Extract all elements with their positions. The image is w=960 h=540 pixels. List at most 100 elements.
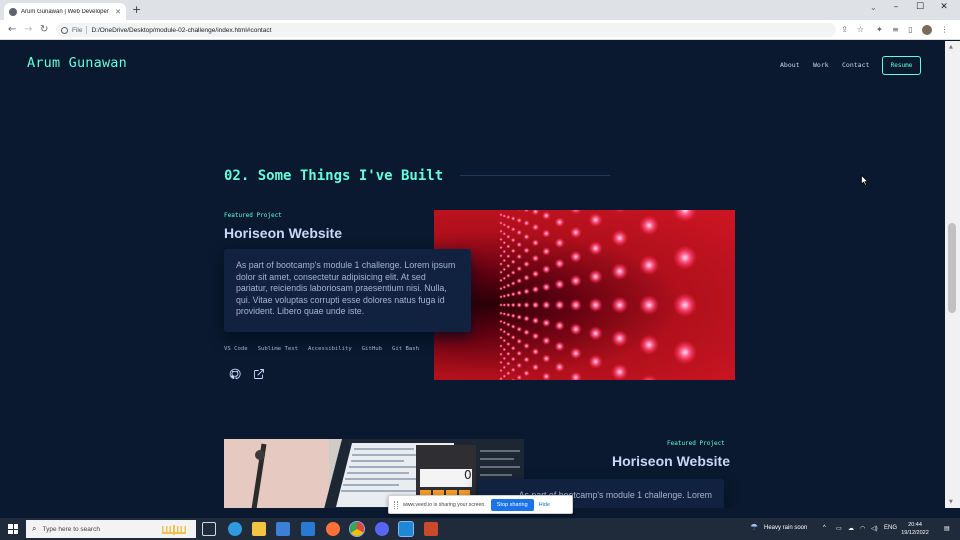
profile-avatar[interactable]	[922, 25, 932, 35]
tab-close-icon[interactable]: ✕	[115, 8, 121, 16]
network-icon[interactable]: ▭	[836, 525, 842, 532]
led-dot	[506, 341, 511, 347]
scroll-up-icon[interactable]: ▲	[949, 44, 953, 50]
mouse-cursor-icon	[861, 175, 869, 186]
led-dot	[499, 286, 503, 291]
led-dot	[506, 283, 511, 288]
led-dot	[502, 240, 507, 245]
new-tab-button[interactable]: +	[132, 4, 141, 16]
tray-overflow-icon[interactable]: ^	[823, 525, 826, 531]
task-view-icon[interactable]	[202, 522, 216, 536]
led-dot	[502, 276, 507, 281]
forward-icon[interactable]: →	[24, 24, 32, 36]
url-text[interactable]: D:/OneDrive/Desktop/module-02-challenge/…	[91, 27, 271, 34]
nav-about-link[interactable]: About	[780, 61, 800, 69]
led-dot	[639, 294, 660, 316]
drag-handle-icon[interactable]	[394, 500, 398, 509]
led-dot	[506, 351, 511, 356]
extensions-icon[interactable]: ✦	[875, 25, 884, 34]
led-dot	[516, 278, 522, 284]
back-icon[interactable]: ←	[8, 24, 16, 36]
media-icon[interactable]: ≡	[891, 25, 900, 34]
led-dot	[499, 213, 503, 217]
nav-work-link[interactable]: Work	[813, 61, 829, 69]
led-dot	[554, 341, 565, 352]
tech-list: VS Code Sublime Text Accessibility GitHu…	[224, 346, 419, 352]
cloud-icon[interactable]: ☁	[848, 525, 854, 532]
led-dot	[639, 215, 660, 236]
led-dot	[554, 320, 565, 331]
language-indicator[interactable]: ENG	[884, 525, 897, 531]
led-dot	[499, 278, 503, 283]
led-dot	[502, 267, 507, 272]
project-title[interactable]: Horiseon Website	[224, 225, 342, 241]
led-dot	[499, 319, 503, 324]
tech-item: Sublime Text	[257, 346, 298, 352]
bookmark-star-icon[interactable]: ☆	[856, 25, 865, 34]
led-dot	[523, 315, 530, 322]
discord-icon[interactable]	[375, 522, 389, 536]
tab-search-icon[interactable]: ⌄	[870, 3, 877, 12]
led-dot	[611, 363, 629, 380]
nav-contact-link[interactable]: Contact	[842, 61, 869, 69]
menu-icon[interactable]: ⋮	[940, 25, 949, 34]
weather-text[interactable]: Heavy rain soon	[764, 525, 807, 531]
git-app-icon[interactable]	[424, 522, 438, 536]
led-dot	[588, 269, 603, 284]
led-dot	[499, 270, 503, 274]
maximize-button[interactable]: ☐	[914, 2, 926, 12]
github-icon[interactable]	[229, 368, 241, 380]
external-link-icon[interactable]	[253, 368, 265, 380]
led-dot	[542, 372, 551, 380]
side-panel-icon[interactable]: ▯	[906, 25, 915, 34]
share-icon[interactable]: ⇪	[840, 25, 849, 34]
wifi-icon[interactable]: ◠	[860, 525, 865, 532]
scroll-down-icon[interactable]: ▼	[949, 499, 953, 505]
calculator-display: 0	[464, 468, 472, 482]
chrome-icon[interactable]	[349, 521, 365, 537]
led-dot	[506, 302, 511, 308]
file-explorer-icon[interactable]	[252, 522, 266, 536]
edge-icon[interactable]	[228, 522, 242, 536]
led-dot	[569, 347, 582, 360]
close-window-button[interactable]: ✕	[938, 2, 950, 12]
windows-start-icon[interactable]	[8, 524, 18, 534]
led-dot	[516, 302, 522, 308]
address-bar[interactable]: File D:/OneDrive/Desktop/module-02-chall…	[56, 23, 836, 37]
led-dot	[499, 295, 503, 299]
led-dot	[523, 233, 530, 240]
browser-tab[interactable]: Arum Gunawan | Web Developer ✕	[4, 3, 126, 20]
led-dot	[516, 241, 522, 248]
stop-sharing-button[interactable]: Stop sharing	[490, 498, 534, 511]
page-scrollbar[interactable]: ▲ ▼	[945, 41, 960, 508]
led-dot	[531, 301, 540, 309]
mail-icon[interactable]	[301, 522, 315, 536]
volume-icon[interactable]: ◁)	[871, 525, 878, 532]
led-dot	[502, 329, 507, 334]
reload-icon[interactable]: ↻	[40, 24, 48, 36]
info-icon[interactable]	[61, 26, 68, 34]
weather-icon[interactable]: ☂	[750, 523, 758, 533]
resume-button[interactable]: Resume	[882, 56, 921, 75]
led-dot	[506, 254, 511, 259]
led-dot	[506, 263, 511, 269]
clock[interactable]: 20:44 19/12/2022	[898, 521, 932, 537]
led-dot	[510, 324, 516, 329]
notifications-icon[interactable]: ▤	[944, 525, 950, 532]
led-dot	[516, 229, 522, 236]
firefox-icon[interactable]	[326, 522, 340, 536]
led-dot	[516, 326, 522, 332]
hide-button[interactable]: Hide	[539, 502, 550, 508]
minimize-button[interactable]: –	[890, 2, 902, 12]
site-brand[interactable]: Arum Gunawan	[27, 55, 127, 71]
store-icon[interactable]	[276, 522, 290, 536]
led-dot	[510, 259, 516, 265]
project-image-red-led-lights[interactable]	[434, 210, 735, 380]
project-title[interactable]: Horiseon Website	[612, 453, 730, 469]
led-dot	[523, 260, 530, 268]
menorah-doodle-icon[interactable]	[158, 521, 190, 537]
scrollbar-thumb[interactable]	[948, 223, 956, 313]
vscode-icon[interactable]	[398, 521, 414, 537]
led-dot	[611, 330, 629, 347]
section-divider	[460, 175, 610, 176]
